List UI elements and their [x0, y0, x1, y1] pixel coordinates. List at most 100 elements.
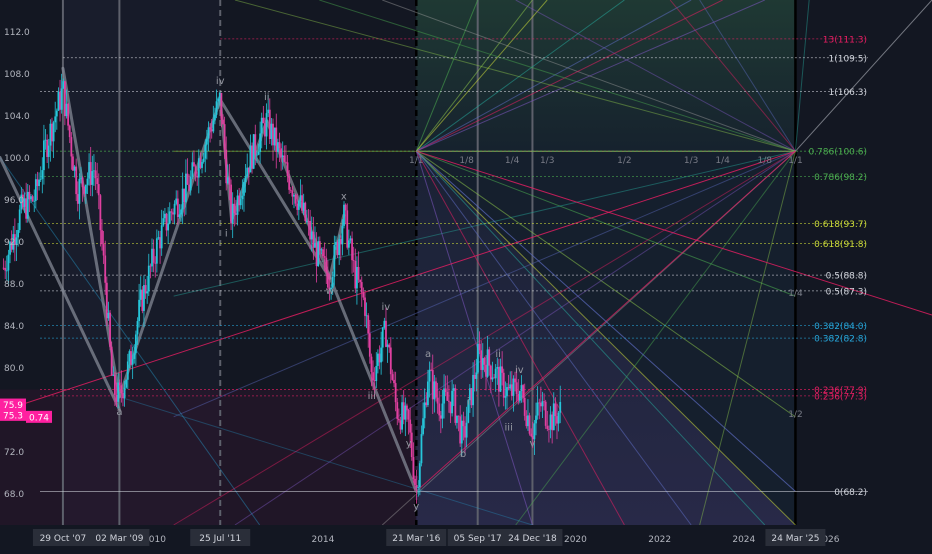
candle-body — [464, 426, 466, 438]
candle-body — [194, 166, 197, 176]
candle-body — [57, 91, 60, 111]
candle-body — [401, 402, 403, 430]
gann-zone-upper — [416, 0, 796, 152]
fib-level-label: 0.5(88.8) — [826, 272, 867, 282]
candle-body — [406, 405, 408, 410]
candle-body — [251, 145, 253, 169]
fib-level-label: 13(111.3) — [823, 35, 867, 45]
candle-body — [68, 125, 71, 138]
price-badge-label: 75.3 — [3, 411, 23, 421]
gann-label: 1/4 — [715, 156, 730, 166]
gann-label: 1/4 — [788, 289, 803, 299]
candle-body — [265, 113, 268, 137]
candle-body — [389, 347, 392, 375]
candle-body — [506, 387, 508, 397]
candle-body — [386, 344, 389, 347]
candle-body — [260, 117, 263, 134]
candle-body — [322, 249, 324, 257]
candle-body — [162, 218, 165, 226]
candle-body — [457, 415, 460, 417]
candle-body — [307, 220, 310, 222]
candle-body — [134, 334, 137, 354]
candle-body — [147, 265, 150, 292]
y-axis-tick-label: 112.0 — [4, 28, 30, 38]
candle-body — [267, 109, 270, 114]
candle-body — [480, 350, 483, 370]
candle-body — [415, 485, 418, 488]
candle-body — [428, 369, 431, 382]
candle-body — [60, 88, 63, 110]
candle-body — [381, 327, 384, 348]
candle-body — [47, 145, 50, 157]
candle-body — [494, 368, 497, 379]
candle-body — [5, 270, 8, 272]
candle-body — [273, 127, 276, 146]
candle-body — [541, 401, 544, 407]
candle-body — [249, 145, 252, 173]
candle-body — [49, 123, 52, 146]
candle-body — [431, 370, 434, 400]
y-axis-tick-label: 108.0 — [4, 70, 30, 80]
candle-body — [276, 142, 279, 152]
candle-body — [501, 366, 504, 373]
wave-label: iii — [505, 423, 513, 434]
candle-body — [230, 184, 232, 224]
x-axis-tick-label: 2014 — [311, 535, 334, 545]
candle-body — [356, 266, 358, 289]
candle-body — [439, 415, 442, 419]
candle-body — [26, 191, 29, 219]
candle-body — [333, 244, 336, 277]
candle-body — [472, 374, 474, 406]
candle-body — [359, 279, 362, 283]
gann-label: 1/8 — [758, 156, 773, 166]
candle-body — [418, 463, 421, 488]
candle-body — [222, 119, 224, 125]
candle-body — [38, 179, 40, 187]
candle-body — [246, 167, 249, 177]
candle-body — [473, 374, 476, 379]
candle-body — [62, 81, 65, 89]
y-axis-tick-label: 92.0 — [4, 238, 24, 248]
candle-body — [296, 203, 299, 210]
candle-body — [241, 195, 244, 200]
candle-body — [160, 225, 163, 249]
candle-body — [70, 137, 73, 157]
candle-body — [254, 134, 257, 155]
wave-label: b — [460, 449, 466, 460]
candle-body — [335, 242, 337, 245]
candle-body — [204, 144, 207, 159]
candle-body — [144, 285, 147, 294]
candle-body — [99, 195, 102, 231]
candle-body — [128, 351, 131, 362]
chart-container[interactable]: 1(109.5) 1(106.3) 0.786(100.6) 0.786(98.2) 0… — [0, 0, 932, 550]
candle-body — [93, 170, 95, 172]
candle-body — [436, 397, 439, 404]
y-axis-tick-label: 84.0 — [4, 322, 24, 332]
candle-body — [67, 103, 70, 126]
candle-body — [31, 196, 34, 202]
candle-body — [73, 166, 76, 171]
candle-body — [486, 349, 489, 377]
candle-body — [536, 402, 539, 416]
candle-body — [44, 139, 47, 141]
candle-body — [349, 238, 352, 241]
candle-body — [117, 382, 120, 402]
candle-body — [485, 364, 487, 377]
candle-body — [318, 241, 321, 251]
wave-label: x — [341, 192, 347, 203]
candle-body — [235, 213, 237, 215]
candle-body — [201, 161, 203, 168]
y-axis-tick-label: 88.0 — [4, 280, 24, 290]
candle-body — [170, 211, 173, 213]
candle-body — [367, 315, 370, 334]
candle-body — [159, 237, 161, 249]
date-marker-label: 29 Oct '07 — [40, 534, 87, 544]
candle-body — [357, 266, 360, 280]
candle-body — [43, 140, 45, 171]
candle-body — [360, 282, 363, 293]
candle-body — [236, 195, 239, 215]
candle-body — [478, 343, 481, 351]
candle-body — [65, 103, 68, 117]
candle-body — [325, 257, 328, 273]
price-chart[interactable]: 1(109.5) 1(106.3) 0.786(100.6) 0.786(98.2) 0… — [0, 0, 932, 550]
